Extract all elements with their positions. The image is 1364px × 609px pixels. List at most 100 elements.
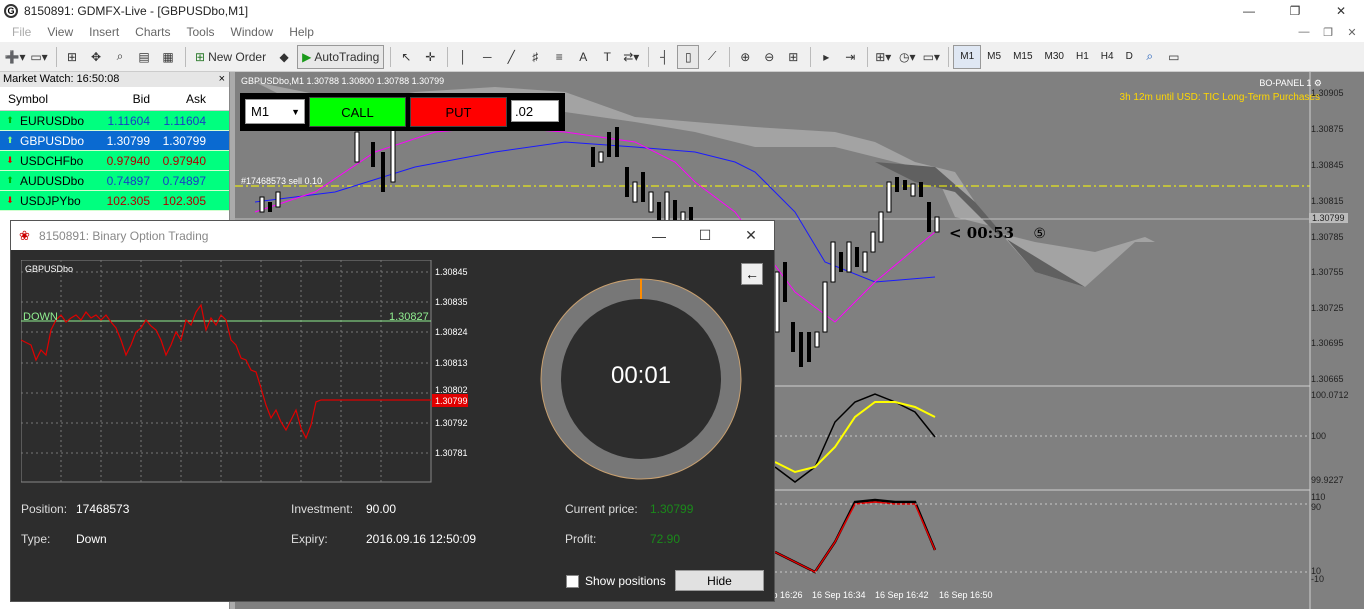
mini-chart-frame	[21, 260, 432, 483]
menu-tools[interactable]: Tools	[179, 25, 223, 39]
type-value: Down	[76, 532, 107, 546]
position-mini-chart: GBPUSDbo DOWN 1.30827 1.30799 1.30845 1.…	[21, 260, 468, 483]
new-chart-icon[interactable]: ➕▾	[4, 45, 26, 69]
trendline-icon[interactable]: ╱	[500, 45, 522, 69]
timeframe-m1[interactable]: M1	[953, 44, 982, 69]
market-watch-close-icon[interactable]: ×	[219, 72, 225, 87]
price-label: 1.30755	[1311, 267, 1344, 277]
window-title: 8150891: GDMFX-Live - [GBPUSDbo,M1]	[24, 4, 249, 18]
expiry-value: 2016.09.16 12:50:09	[366, 532, 477, 546]
timeframe-d[interactable]: D	[1120, 45, 1139, 69]
maximize-button[interactable]: ❐	[1272, 0, 1318, 22]
market-watch-row[interactable]: ⬆ EURUSDbo 1.11604 1.11604	[0, 111, 229, 131]
symbol-column-header[interactable]: Symbol	[0, 92, 92, 106]
bar-chart-icon[interactable]: ┤	[653, 45, 675, 69]
amount-input[interactable]: .02	[511, 100, 559, 122]
axis-label: 1.30813	[435, 358, 468, 368]
menu-view[interactable]: View	[39, 25, 81, 39]
periods-icon[interactable]: ◷▾	[896, 45, 918, 69]
profit-value: 72.90	[650, 532, 681, 546]
candlestick-icon[interactable]: ▯	[677, 44, 700, 69]
navigator-icon[interactable]: ✥	[85, 45, 107, 69]
cursor-icon[interactable]: ↖	[395, 45, 417, 69]
menu-insert[interactable]: Insert	[81, 25, 127, 39]
text-label-icon[interactable]: T	[596, 45, 618, 69]
channel-icon[interactable]: ♯	[524, 45, 546, 69]
vertical-line-icon[interactable]: │	[452, 45, 474, 69]
autotrading-button[interactable]: ▶ AutoTrading	[297, 44, 385, 69]
timeframe-h4[interactable]: H4	[1095, 45, 1120, 69]
settings-icon[interactable]: ▭	[1163, 45, 1185, 69]
mdi-restore-button[interactable]: ❐	[1316, 22, 1340, 42]
position-field: Position:	[21, 502, 68, 516]
news-countdown: 3h 12m until USD: TIC Long-Term Purchase…	[1119, 92, 1320, 103]
chevron-down-icon: ▼	[291, 107, 300, 117]
zoom-in-icon[interactable]: ⊕	[734, 45, 756, 69]
new-order-icon: ⊞	[195, 49, 206, 64]
timeframe-m15[interactable]: M15	[1007, 45, 1038, 69]
terminal-icon[interactable]: ▤	[133, 45, 155, 69]
tile-windows-icon[interactable]: ⊞	[782, 45, 804, 69]
market-watch-row[interactable]: ⬆ GBPUSDbo 1.30799 1.30799	[0, 131, 229, 151]
text-icon[interactable]: A	[572, 45, 594, 69]
timeframe-m30[interactable]: M30	[1039, 45, 1070, 69]
menu-charts[interactable]: Charts	[127, 25, 178, 39]
dialog-title: 8150891: Binary Option Trading	[39, 228, 209, 243]
time-label: 16 Sep 16:42	[875, 590, 929, 600]
new-order-button[interactable]: ⊞ New Order	[190, 45, 271, 69]
metaeditor-icon[interactable]: ◆	[273, 45, 295, 69]
market-watch-row[interactable]: ⬆ AUDUSDbo 0.74897 0.74897	[0, 171, 229, 191]
chart-shift-icon[interactable]: ⇥	[839, 45, 861, 69]
direction-label: DOWN	[23, 311, 58, 323]
put-button[interactable]: PUT	[410, 97, 507, 127]
menu-help[interactable]: Help	[281, 25, 322, 39]
ask-column-header[interactable]: Ask	[154, 92, 210, 106]
close-button[interactable]: ✕	[1318, 0, 1364, 22]
call-button[interactable]: CALL	[309, 97, 406, 127]
strategy-tester-icon[interactable]: ▦	[157, 45, 179, 69]
current-price-field: Current price:	[565, 502, 638, 516]
stochastic-main-line	[774, 393, 936, 483]
dialog-close-button[interactable]: ✕	[728, 221, 774, 250]
menu-file[interactable]: File	[4, 25, 39, 39]
horizontal-line-icon[interactable]: ─	[476, 45, 498, 69]
current-price-label: 1.30799	[1309, 213, 1348, 223]
bid-column-header[interactable]: Bid	[92, 92, 154, 106]
investment-value: 90.00	[366, 502, 397, 516]
search-icon[interactable]: ⌕	[1139, 45, 1161, 69]
time-label: 16 Sep 16:34	[812, 590, 866, 600]
profiles-icon[interactable]: ▭▾	[28, 45, 50, 69]
dialog-maximize-button[interactable]: ☐	[682, 221, 728, 250]
auto-scroll-icon[interactable]: ▸	[815, 45, 837, 69]
hide-button[interactable]: Hide	[675, 570, 764, 591]
market-watch-row[interactable]: ⬇ USDJPYbo 102.305 102.305	[0, 191, 229, 211]
data-window-icon[interactable]: ⌕	[109, 45, 131, 69]
back-button[interactable]: ←	[741, 263, 763, 285]
checkbox-box[interactable]	[566, 574, 579, 588]
crosshair-icon[interactable]: ✛	[419, 45, 441, 69]
zoom-out-icon[interactable]: ⊖	[758, 45, 780, 69]
timeframe-h1[interactable]: H1	[1070, 45, 1095, 69]
show-positions-checkbox[interactable]: Show positions	[566, 574, 666, 588]
timeframe-select[interactable]: M1 ▼	[245, 99, 305, 124]
arrow-down-icon: ⬇	[6, 155, 14, 165]
mdi-close-button[interactable]: ✕	[1340, 22, 1364, 42]
indicators-icon[interactable]: ⊞▾	[872, 45, 894, 69]
market-watch-icon[interactable]: ⊞	[61, 45, 83, 69]
line-chart-icon[interactable]: ⟋	[701, 45, 723, 69]
app-icon: G	[4, 4, 18, 18]
indicator-label: -10	[1311, 574, 1325, 584]
main-toolbar: ➕▾ ▭▾ ⊞ ✥ ⌕ ▤ ▦ ⊞ New Order ◆ ▶ AutoTradin…	[0, 42, 1364, 72]
expiry-timer: 00:01	[610, 362, 672, 389]
dialog-minimize-button[interactable]: —	[636, 221, 682, 250]
fibonacci-icon[interactable]: ≡	[548, 45, 570, 69]
menu-window[interactable]: Window	[223, 25, 282, 39]
mdi-minimize-button[interactable]: —	[1292, 22, 1316, 42]
shapes-icon[interactable]: ⇄▾	[620, 45, 642, 69]
timeframe-m5[interactable]: M5	[981, 45, 1007, 69]
bo-panel-gear-icon[interactable]: ⚙	[1314, 78, 1322, 88]
templates-icon[interactable]: ▭▾	[920, 45, 942, 69]
market-watch-row[interactable]: ⬇ USDCHFbo 0.97940 0.97940	[0, 151, 229, 171]
minimize-button[interactable]: —	[1226, 0, 1272, 22]
axis-label: 1.30792	[435, 418, 468, 428]
